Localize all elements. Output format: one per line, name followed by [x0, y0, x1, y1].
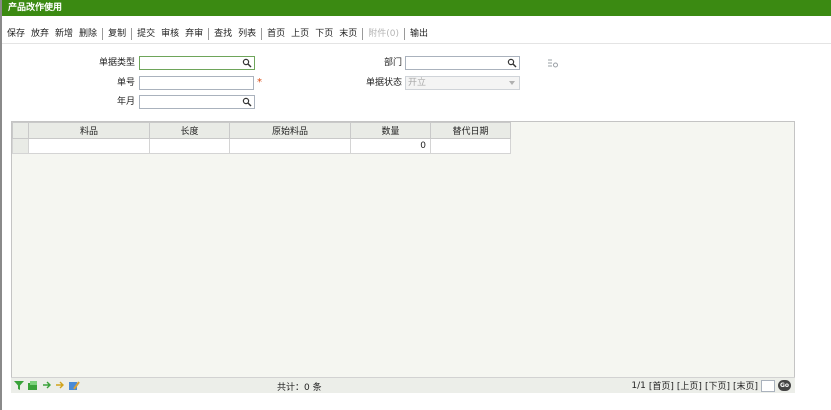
- required-mark: *: [257, 77, 262, 88]
- column-icon[interactable]: [42, 380, 52, 391]
- dept-field[interactable]: [405, 56, 520, 70]
- doc-status-label: 单据状态: [365, 78, 402, 88]
- col-header-item[interactable]: 料品: [28, 122, 150, 139]
- toolbar-separator: [362, 27, 364, 40]
- toolbar: 保存 放弃 新增 删除 复制 提交 审核 弃审 查找 列表 首页 上页 下页 末页 附件(0) 输出: [2, 24, 831, 44]
- doc-type-label: 单据类型: [98, 58, 135, 68]
- toolbar-button[interactable]: 查找: [211, 24, 235, 44]
- toolbar-button[interactable]: 弃审: [182, 24, 206, 44]
- col-header-original-item[interactable]: 原始料品: [229, 122, 351, 139]
- page-number-input[interactable]: [761, 379, 775, 392]
- doc-no-label: 单号: [116, 78, 135, 88]
- column-icon[interactable]: [55, 380, 65, 391]
- toolbar-separator: [102, 27, 104, 40]
- row-header[interactable]: [12, 138, 29, 154]
- prev-page-link[interactable]: [上页]: [677, 379, 702, 392]
- row-header-corner: [12, 122, 29, 139]
- year-month-field[interactable]: [139, 95, 255, 109]
- window-title: 产品改作使用: [2, 0, 831, 16]
- app-window: 产品改作使用 保存 放弃 新增 删除 复制 提交 审核 弃审 查找 列表 首页 上页 下页 末页 附件(0)…: [0, 0, 831, 410]
- toolbar-button[interactable]: 保存: [4, 24, 28, 44]
- year-month-label: 年月: [116, 97, 135, 107]
- cell-length[interactable]: [149, 138, 230, 154]
- pager: 1/1 [首页] [上页] [下页] [末页] Go: [631, 379, 791, 392]
- toolbar-button[interactable]: 下页: [312, 24, 336, 44]
- detail-grid: 料品 长度 原始料品 数量 替代日期 0: [11, 121, 795, 393]
- doc-no-field[interactable]: [139, 76, 254, 90]
- toolbar-button[interactable]: 列表: [235, 24, 259, 44]
- next-page-link[interactable]: [下页]: [705, 379, 730, 392]
- toolbar-button[interactable]: 审核: [158, 24, 182, 44]
- search-icon[interactable]: [242, 58, 252, 68]
- search-icon[interactable]: [507, 58, 517, 68]
- cell-quantity[interactable]: 0: [350, 138, 431, 154]
- col-header-length[interactable]: 长度: [149, 122, 230, 139]
- filter-icon[interactable]: [14, 380, 24, 391]
- cell-original-item[interactable]: [229, 138, 351, 154]
- toolbar-separator: [131, 27, 133, 40]
- go-icon[interactable]: Go: [778, 380, 791, 391]
- export-icon[interactable]: [27, 380, 39, 391]
- dropdown-arrow-icon: [509, 81, 515, 85]
- table-row[interactable]: 0: [12, 138, 511, 154]
- first-page-link[interactable]: [首页]: [649, 379, 674, 392]
- tool-icon[interactable]: [68, 380, 80, 391]
- dept-label: 部门: [383, 58, 402, 68]
- toolbar-button[interactable]: 首页: [264, 24, 288, 44]
- toolbar-button[interactable]: 提交: [134, 24, 158, 44]
- grid-status-bar: 共计：0 条 1/1 [首页] [上页] [下页] [末页] Go: [11, 377, 795, 393]
- grid-tools: [14, 380, 80, 391]
- col-header-quantity[interactable]: 数量: [350, 122, 431, 139]
- cell-replace-date[interactable]: [430, 138, 511, 154]
- doc-status-select[interactable]: 开立: [405, 76, 520, 90]
- col-header-replace-date[interactable]: 替代日期: [430, 122, 511, 139]
- search-icon[interactable]: [242, 97, 252, 107]
- grid-table: 料品 长度 原始料品 数量 替代日期 0: [12, 122, 511, 154]
- toolbar-separator: [208, 27, 210, 40]
- cell-item[interactable]: [28, 138, 150, 154]
- toolbar-button[interactable]: 删除: [76, 24, 100, 44]
- last-page-link[interactable]: [末页]: [733, 379, 758, 392]
- doc-type-field[interactable]: [139, 56, 255, 70]
- page-indicator: 1/1: [631, 380, 646, 391]
- total-count: 共计：0 条: [277, 383, 322, 393]
- toolbar-separator: [403, 27, 405, 40]
- toolbar-button[interactable]: 末页: [336, 24, 360, 44]
- toolbar-button[interactable]: 复制: [105, 24, 129, 44]
- toolbar-button[interactable]: 上页: [288, 24, 312, 44]
- settings-icon[interactable]: [547, 58, 559, 68]
- toolbar-separator: [261, 27, 263, 40]
- toolbar-button[interactable]: 放弃: [28, 24, 52, 44]
- toolbar-button[interactable]: 输出: [407, 24, 431, 44]
- doc-status-value: 开立: [408, 78, 427, 88]
- toolbar-button[interactable]: 新增: [52, 24, 76, 44]
- grid-header-row: 料品 长度 原始料品 数量 替代日期: [12, 122, 511, 139]
- toolbar-button[interactable]: 附件(0): [365, 24, 402, 44]
